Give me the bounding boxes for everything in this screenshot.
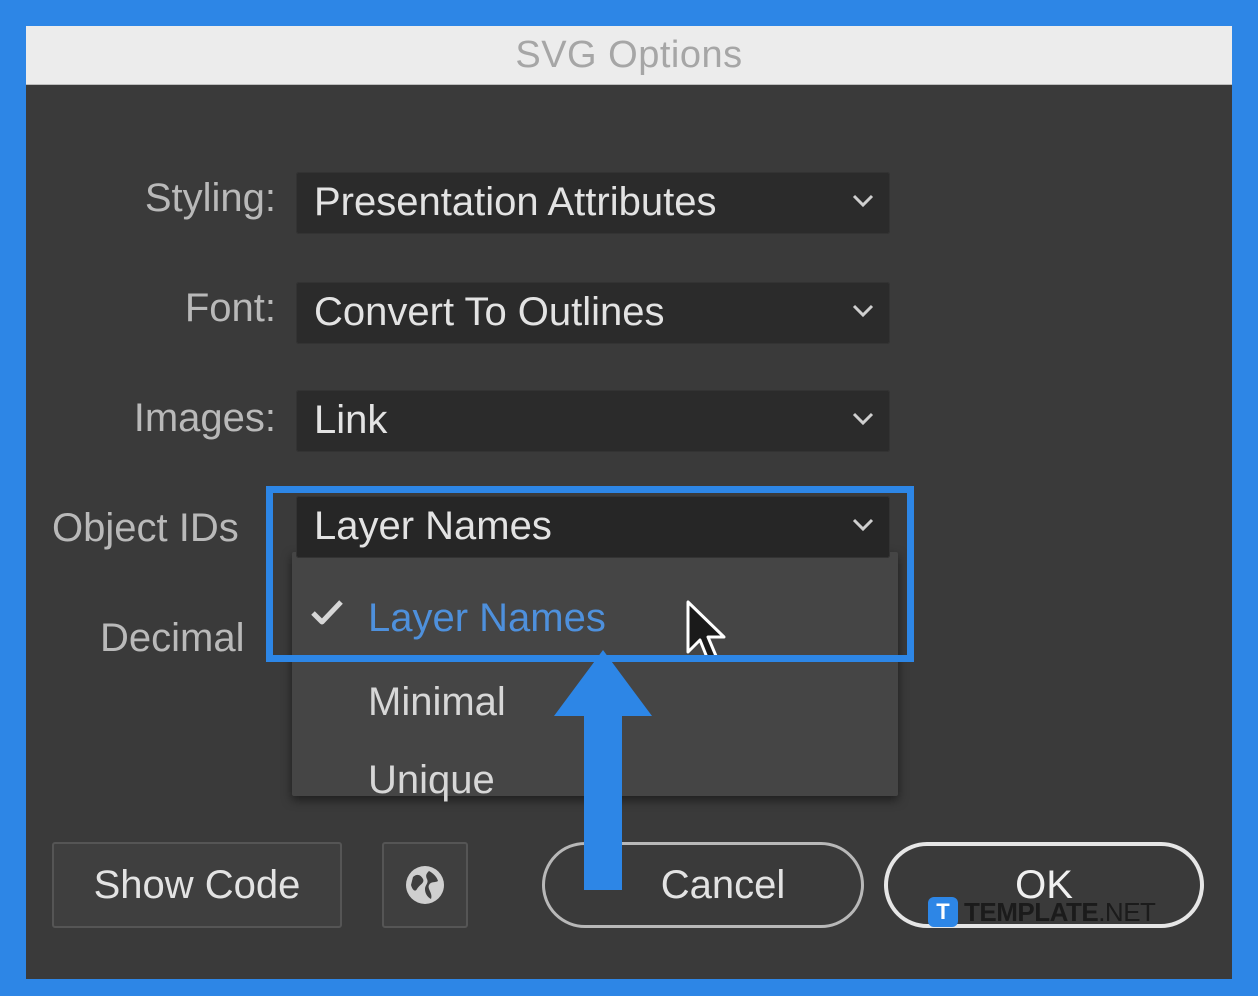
- globe-button[interactable]: [382, 842, 468, 928]
- menu-item-unique[interactable]: Unique: [368, 758, 495, 803]
- font-value: Convert To Outlines: [314, 290, 665, 334]
- logo-suffix: .NET: [1098, 896, 1156, 927]
- chevron-down-icon: [852, 194, 874, 208]
- window-title: SVG Options: [515, 33, 743, 76]
- globe-icon: [406, 866, 444, 904]
- styling-label: Styling:: [144, 176, 276, 220]
- images-label: Images:: [133, 396, 276, 440]
- font-label: Font:: [184, 286, 276, 330]
- cancel-label: Cancel: [660, 862, 786, 907]
- decimal-label: Decimal: [100, 616, 245, 660]
- highlight-box: [266, 486, 914, 662]
- logo-brand: TEMPLATE: [964, 896, 1099, 927]
- show-code-button[interactable]: Show Code: [52, 842, 342, 928]
- styling-select[interactable]: Presentation Attributes: [296, 172, 890, 234]
- images-value: Link: [314, 398, 388, 442]
- arrow-up-icon: [554, 650, 652, 890]
- logo-badge: T: [928, 897, 958, 927]
- chevron-down-icon: [852, 412, 874, 426]
- styling-value: Presentation Attributes: [314, 180, 717, 224]
- title-bar: SVG Options: [26, 26, 1232, 85]
- template-net-logo: T TEMPLATE .NET: [928, 895, 1156, 929]
- chevron-down-icon: [852, 304, 874, 318]
- menu-item-minimal[interactable]: Minimal: [368, 680, 506, 725]
- font-select[interactable]: Convert To Outlines: [296, 282, 890, 344]
- images-select[interactable]: Link: [296, 390, 890, 452]
- object-ids-label: Object IDs: [52, 506, 239, 550]
